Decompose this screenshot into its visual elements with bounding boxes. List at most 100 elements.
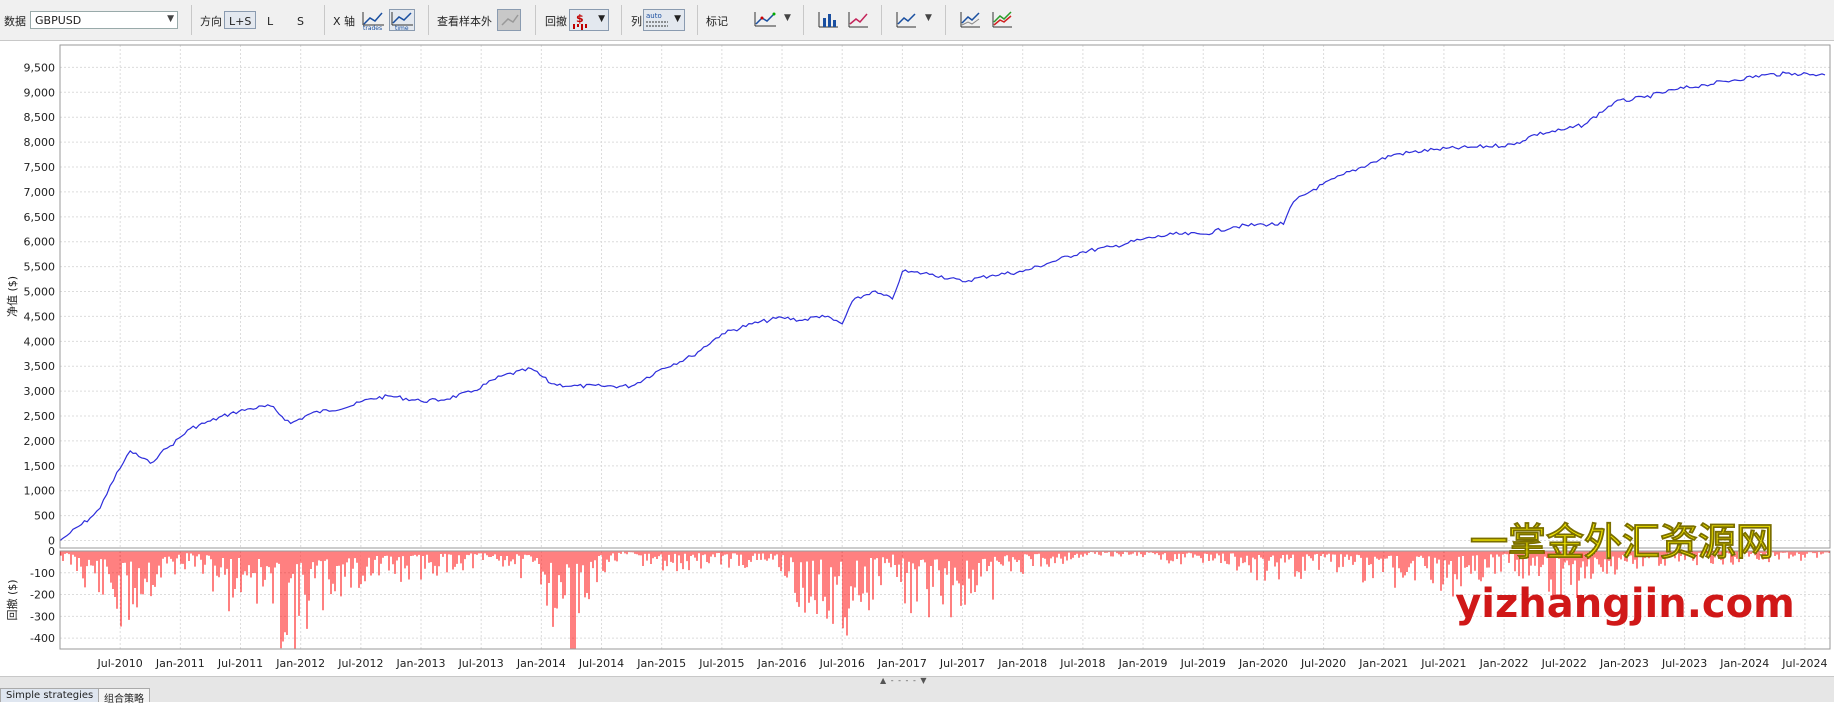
splitter-handle[interactable]: ▲ - - - - ▼	[880, 676, 928, 685]
x-tick-label: Jul-2012	[337, 657, 383, 670]
separator	[535, 5, 536, 35]
toolbar: 数据 GBPUSD ▼ 方向 L+S L S X 轴 trades time 查…	[0, 0, 1834, 41]
line-chart-red-button[interactable]	[845, 9, 871, 31]
x-axis-ticks: Jul-2010 Jan-2011 Jul-2011 Jan-2012 Jul-2012…	[97, 657, 1828, 670]
x-tick-label: Jul-2014	[578, 657, 624, 670]
drawdown-y-tick-label: 0	[48, 545, 55, 558]
auto-caption: auto	[646, 12, 662, 20]
chevron-down-icon: ▼	[167, 14, 174, 24]
x-tick-label: Jul-2021	[1420, 657, 1466, 670]
separator	[191, 5, 192, 35]
symbol-value: GBPUSD	[35, 14, 82, 27]
x-tick-label: Jul-2018	[1059, 657, 1105, 670]
direction-short-button[interactable]: S	[292, 11, 309, 29]
x-tick-label: Jan-2020	[1238, 657, 1288, 670]
x-tick-label: Jan-2022	[1479, 657, 1529, 670]
multi-line-chart-button[interactable]	[989, 9, 1015, 31]
separator	[803, 5, 804, 35]
equity-y-tick-label: 8,500	[24, 111, 56, 124]
oos-label: 查看样本外	[437, 15, 492, 28]
bar-chart-icon	[818, 12, 838, 28]
x-tick-label: Jan-2015	[636, 657, 686, 670]
x-tick-label: Jan-2024	[1719, 657, 1769, 670]
equity-y-tick-label: 6,000	[24, 236, 56, 249]
separator	[697, 5, 698, 35]
time-chart-icon: time	[391, 12, 413, 32]
oos-toggle-button[interactable]	[497, 9, 521, 31]
drawdown-mode-button[interactable]: $ ▼	[569, 9, 609, 31]
x-tick-label: Jul-2020	[1300, 657, 1346, 670]
drawdown-label: 回撤	[545, 15, 567, 28]
equity-y-tick-label: 9,500	[24, 61, 56, 74]
direction-long-button[interactable]: L	[262, 11, 278, 29]
x-tick-label: Jul-2016	[819, 657, 865, 670]
line-chart-blue-button[interactable]	[893, 9, 919, 31]
x-tick-label: Jul-2024	[1781, 657, 1827, 670]
x-tick-label: Jul-2015	[698, 657, 744, 670]
time-caption: time	[395, 25, 409, 30]
dollar-drawdown-icon: $	[573, 12, 587, 30]
tab-simple-strategies[interactable]: Simple strategies	[0, 688, 100, 702]
xaxis-label: X 轴	[333, 15, 356, 28]
chevron-down-icon[interactable]: ▼	[784, 13, 791, 23]
drawdown-y-ticks: 0 -100 -200 -300 -400	[30, 545, 55, 645]
markers-chart-icon	[754, 12, 776, 27]
equity-y-tick-label: 3,500	[24, 360, 56, 373]
drawdown-y-tick-label: -200	[30, 589, 55, 602]
series-mode-button[interactable]: auto ▼	[643, 9, 685, 31]
xaxis-time-button[interactable]: time	[389, 9, 415, 32]
direction-ls-button[interactable]: L+S	[224, 11, 257, 29]
equity-y-tick-label: 3,000	[24, 385, 56, 398]
multi-line-chart-icon	[992, 11, 1012, 28]
equity-y-tick-label: 2,500	[24, 410, 56, 423]
x-tick-label: Jul-2019	[1180, 657, 1226, 670]
symbol-select[interactable]: GBPUSD ▼	[30, 11, 178, 29]
equity-y-tick-label: 9,000	[24, 86, 56, 99]
chevron-down-icon[interactable]: ▼	[925, 13, 932, 23]
x-tick-label: Jul-2013	[458, 657, 504, 670]
equity-y-tick-label: 7,000	[24, 186, 56, 199]
bottom-tab-bar: ▲ - - - - ▼ Simple strategies 组合策略	[0, 676, 1834, 705]
drawdown-y-tick-label: -400	[30, 632, 55, 645]
markers-button[interactable]	[752, 9, 778, 31]
separator	[621, 5, 622, 35]
compare-chart-button[interactable]	[957, 9, 983, 31]
x-tick-label: Jan-2013	[396, 657, 446, 670]
chevron-down-icon: ▼	[598, 14, 605, 24]
equity-plot-frame	[59, 44, 1831, 549]
x-tick-label: Jan-2012	[275, 657, 325, 670]
line-chart-blue-icon	[896, 12, 916, 28]
data-label: 数据	[4, 15, 26, 28]
x-tick-label: Jan-2011	[155, 657, 205, 670]
x-tick-label: Jul-2017	[939, 657, 985, 670]
drawdown-y-tick-label: -100	[30, 567, 55, 580]
tab-portfolio-strategies[interactable]: 组合策略	[98, 688, 150, 705]
equity-y-ticks: 05001,0001,5002,0002,5003,0003,5004,0004…	[24, 61, 56, 547]
x-tick-label: Jan-2016	[757, 657, 807, 670]
watermark-chinese: 一掌金外汇资源网	[1470, 520, 1774, 564]
x-tick-label: Jul-2022	[1541, 657, 1587, 670]
equity-y-tick-label: 1,500	[24, 460, 56, 473]
x-tick-label: Jan-2017	[877, 657, 927, 670]
x-tick-label: Jul-2011	[217, 657, 263, 670]
drawdown-y-axis-label: 回撤 ($)	[5, 579, 19, 620]
auto-series-icon: auto	[646, 12, 668, 27]
equity-y-tick-label: 4,500	[24, 310, 56, 323]
bar-chart-view-button[interactable]	[815, 9, 841, 31]
chevron-down-icon: ▼	[674, 14, 681, 24]
equity-y-tick-label: 7,500	[24, 161, 56, 174]
xaxis-trades-button[interactable]: trades	[360, 9, 386, 32]
x-tick-label: Jul-2010	[97, 657, 143, 670]
equity-y-tick-label: 1,000	[24, 485, 56, 498]
trades-chart-icon: trades	[362, 12, 384, 32]
equity-y-axis-label: 净值 ($)	[5, 276, 19, 317]
separator	[324, 5, 325, 35]
x-tick-label: Jul-2023	[1661, 657, 1707, 670]
direction-label: 方向	[200, 15, 222, 28]
equity-y-tick-label: 8,000	[24, 136, 56, 149]
equity-y-tick-label: 6,500	[24, 211, 56, 224]
drawdown-y-tick-label: -300	[30, 610, 55, 623]
watermark-url: yizhangjin.com	[1455, 581, 1795, 627]
equity-y-tick-label: 4,000	[24, 335, 56, 348]
trades-caption: trades	[363, 25, 382, 30]
